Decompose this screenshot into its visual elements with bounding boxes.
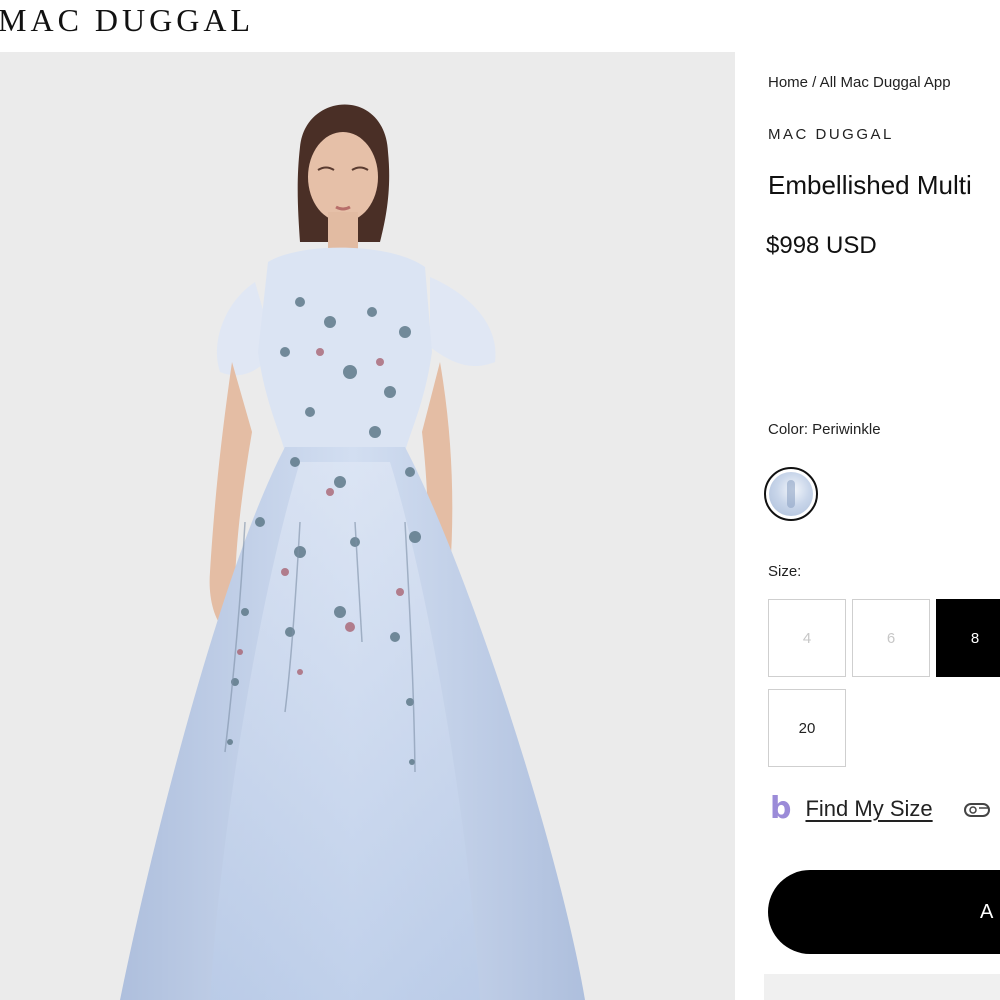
find-my-size[interactable]: b Find My Size [770, 794, 933, 824]
size-label: Size: [768, 563, 802, 580]
product-page: MAC DUGGAL Home / All Mac Duggal App MAC… [0, 0, 1000, 1000]
product-price: $998 USD [766, 232, 877, 259]
size-option-4[interactable]: 4 [768, 599, 846, 677]
measuring-tape-icon[interactable] [963, 800, 993, 820]
add-to-bag-button[interactable]: A [768, 870, 1000, 954]
breadcrumb[interactable]: Home / All Mac Duggal App [768, 74, 951, 91]
periwinkle-swatch-icon [769, 472, 813, 516]
fit-assistant-icon: b [770, 791, 792, 826]
brand-name: MAC DUGGAL [768, 126, 894, 143]
secondary-button[interactable] [764, 974, 1000, 1000]
dress-photo-icon [120, 104, 585, 1000]
size-option-6[interactable]: 6 [852, 599, 930, 677]
find-my-size-link[interactable]: Find My Size [805, 796, 932, 822]
brand-logo[interactable]: MAC DUGGAL [0, 0, 254, 40]
product-title: Embellished Multi [768, 170, 972, 200]
size-option-8[interactable]: 8 [936, 599, 1000, 677]
color-label: Color: Periwinkle [768, 421, 881, 438]
size-option-20[interactable]: 20 [768, 689, 846, 767]
color-swatch-periwinkle[interactable] [764, 467, 818, 521]
product-image[interactable] [0, 52, 735, 1000]
product-details: Home / All Mac Duggal App MAC DUGGAL Emb… [764, 0, 1000, 1000]
